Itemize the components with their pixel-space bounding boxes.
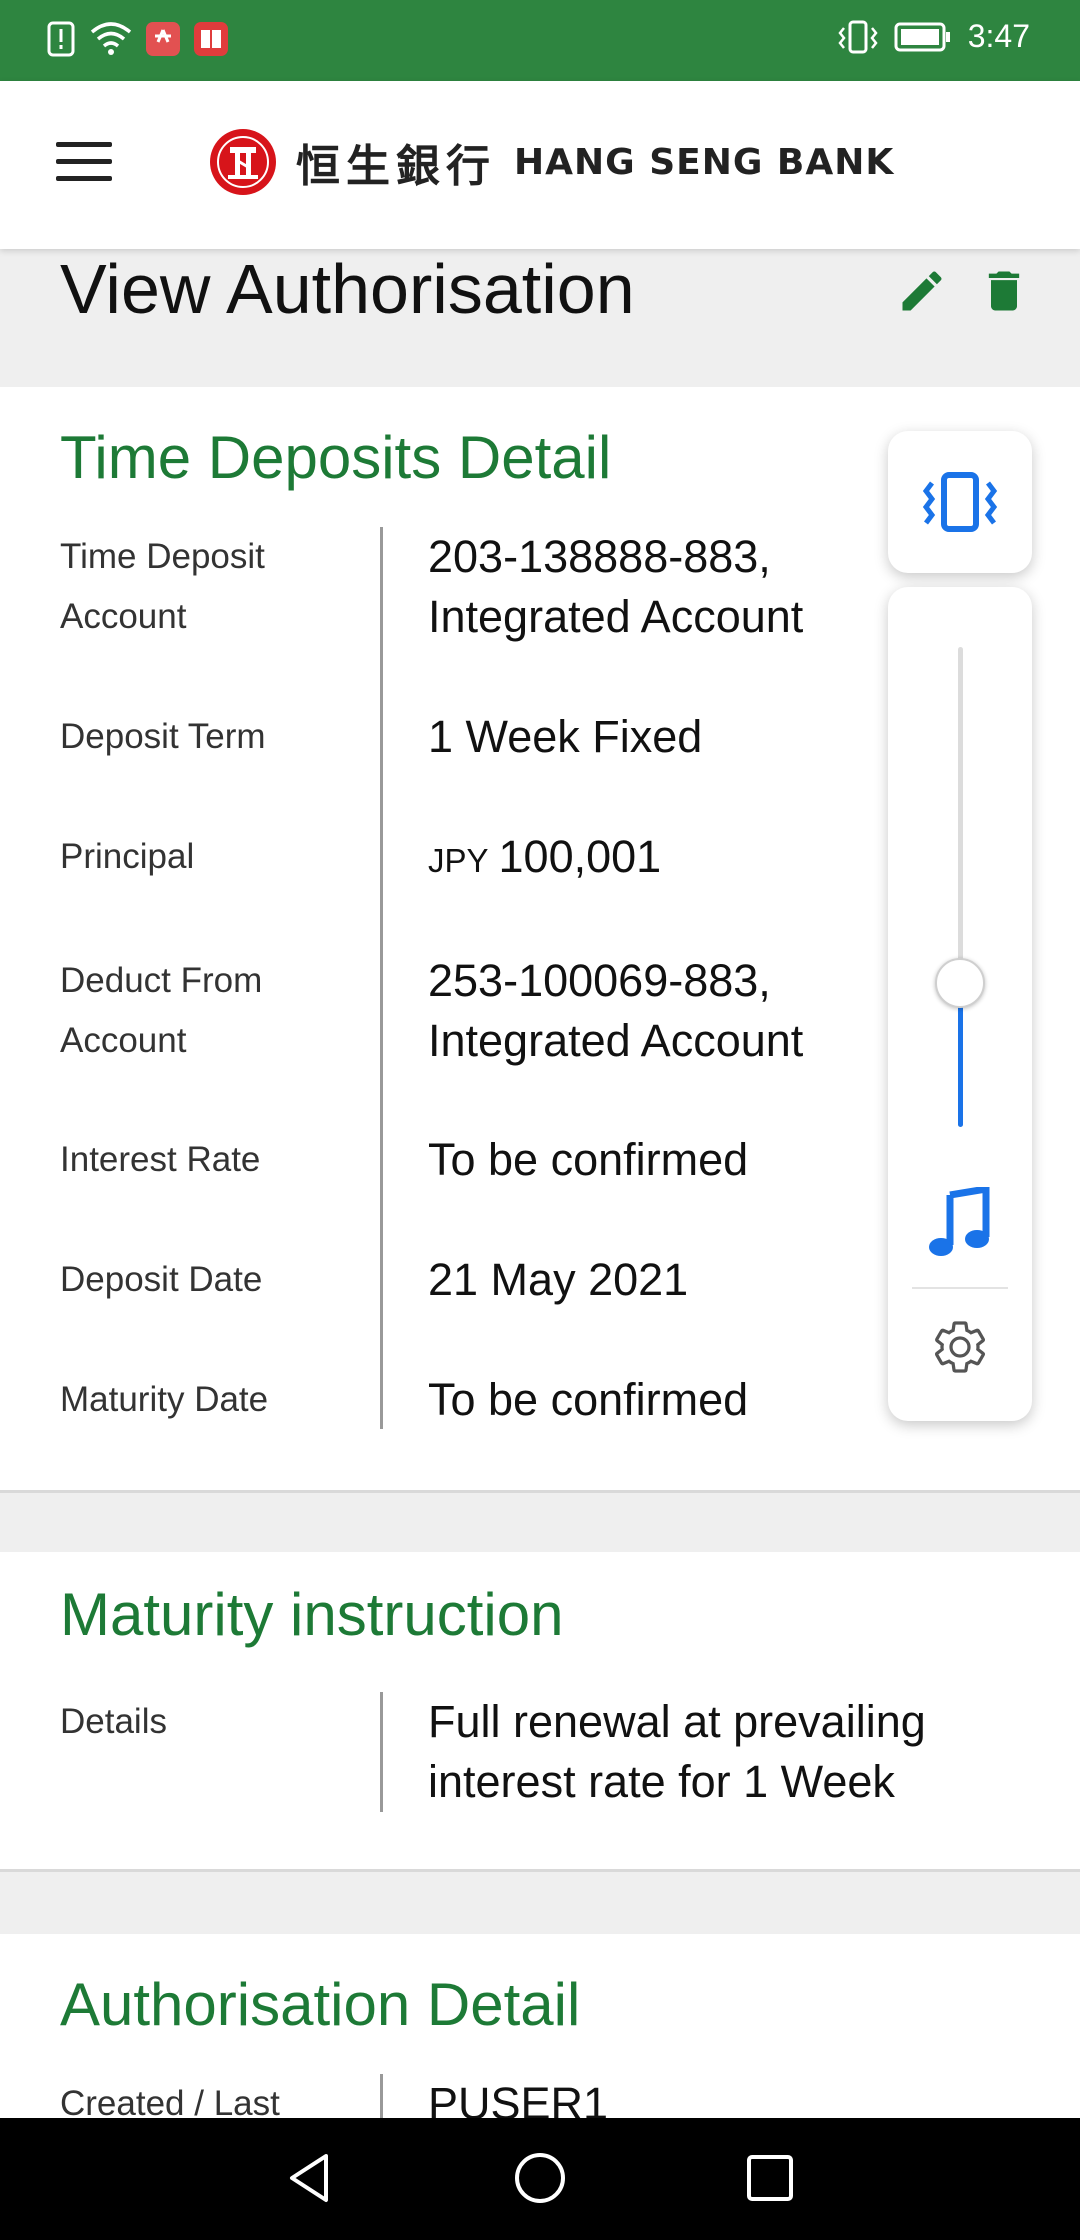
home-circle-icon (515, 2153, 565, 2203)
edit-button[interactable] (896, 265, 948, 317)
back-triangle-icon (290, 2154, 328, 2202)
bank-logo: 恒生銀行 HANG SENG BANK (208, 127, 894, 197)
time-deposits-title: Time Deposits Detail (60, 424, 612, 491)
row-value: 203-138888-883, Integrated Account Time … (428, 531, 804, 642)
row-label: Time Deposit Account (60, 537, 265, 636)
menu-line (56, 176, 112, 181)
huawei-app-icon (146, 22, 180, 56)
row-label: Deposit Date (60, 1260, 263, 1299)
vibrate-icon (922, 472, 998, 532)
sound-settings-button[interactable] (930, 1317, 990, 1377)
row-label: Deduct From Account (60, 961, 263, 1060)
screen: 3:47 恒生銀行 HANG SENG BANK View Authorisat… (0, 0, 1080, 2240)
currency-code: JPY (428, 842, 489, 879)
delete-button[interactable] (978, 265, 1030, 317)
column-divider (380, 527, 383, 1429)
vibrate-mode-button[interactable] (888, 431, 1032, 573)
logo-english-text: HANG SENG BANK (514, 141, 895, 183)
row-label: Interest Rate (60, 1140, 261, 1179)
row-label: Maturity Date (60, 1380, 269, 1419)
trash-icon (988, 271, 1020, 311)
menu-button[interactable] (56, 142, 112, 182)
panel-divider (912, 1287, 1008, 1289)
row-label: Details (60, 1702, 167, 1741)
battery-icon (894, 22, 950, 51)
row-label: Principal (60, 837, 195, 876)
logo-chinese-text: 恒生銀行 (296, 141, 496, 192)
principal-amount: 100,001 (498, 831, 662, 882)
row-label: Deposit Term (60, 717, 266, 756)
back-button[interactable] (280, 2148, 340, 2208)
title-band: View Authorisation (0, 249, 1080, 387)
recents-square-icon (747, 2155, 793, 2201)
menu-line (56, 142, 112, 147)
page-title: View Authorisation (60, 250, 635, 328)
row-value: 253-100069-883, Integrated Account JPY S… (428, 955, 804, 1066)
row-value: Full renewal at prevailing interest rate… (428, 1696, 926, 1807)
media-volume-button[interactable] (928, 1184, 992, 1259)
status-time: 3:47 (967, 18, 1030, 54)
book-app-icon (194, 22, 228, 56)
gear-icon (935, 1321, 985, 1373)
volume-panel (888, 587, 1032, 1421)
app-header: 恒生銀行 HANG SENG BANK (0, 81, 1080, 249)
music-note-icon (929, 1184, 990, 1256)
authorisation-title: Authorisation Detail (60, 1971, 581, 2038)
system-nav-bar (0, 2118, 1080, 2240)
status-icons-left (46, 20, 228, 58)
home-button[interactable] (510, 2148, 570, 2208)
volume-slider-thumb[interactable] (935, 958, 985, 1008)
hang-seng-logo-icon (210, 129, 276, 195)
menu-line (56, 159, 112, 164)
column-divider (380, 1692, 383, 1812)
alert-icon (47, 21, 75, 57)
status-icons-right: 3:47 (838, 18, 1030, 55)
pencil-icon (902, 271, 942, 311)
wifi-icon (90, 22, 132, 55)
maturity-title: Maturity instruction (60, 1581, 564, 1648)
vibrate-icon (838, 20, 878, 53)
status-bar: 3:47 (0, 0, 1080, 81)
maturity-card: Maturity instruction Details Full renewa… (0, 1552, 1080, 1872)
recents-button[interactable] (740, 2148, 800, 2208)
